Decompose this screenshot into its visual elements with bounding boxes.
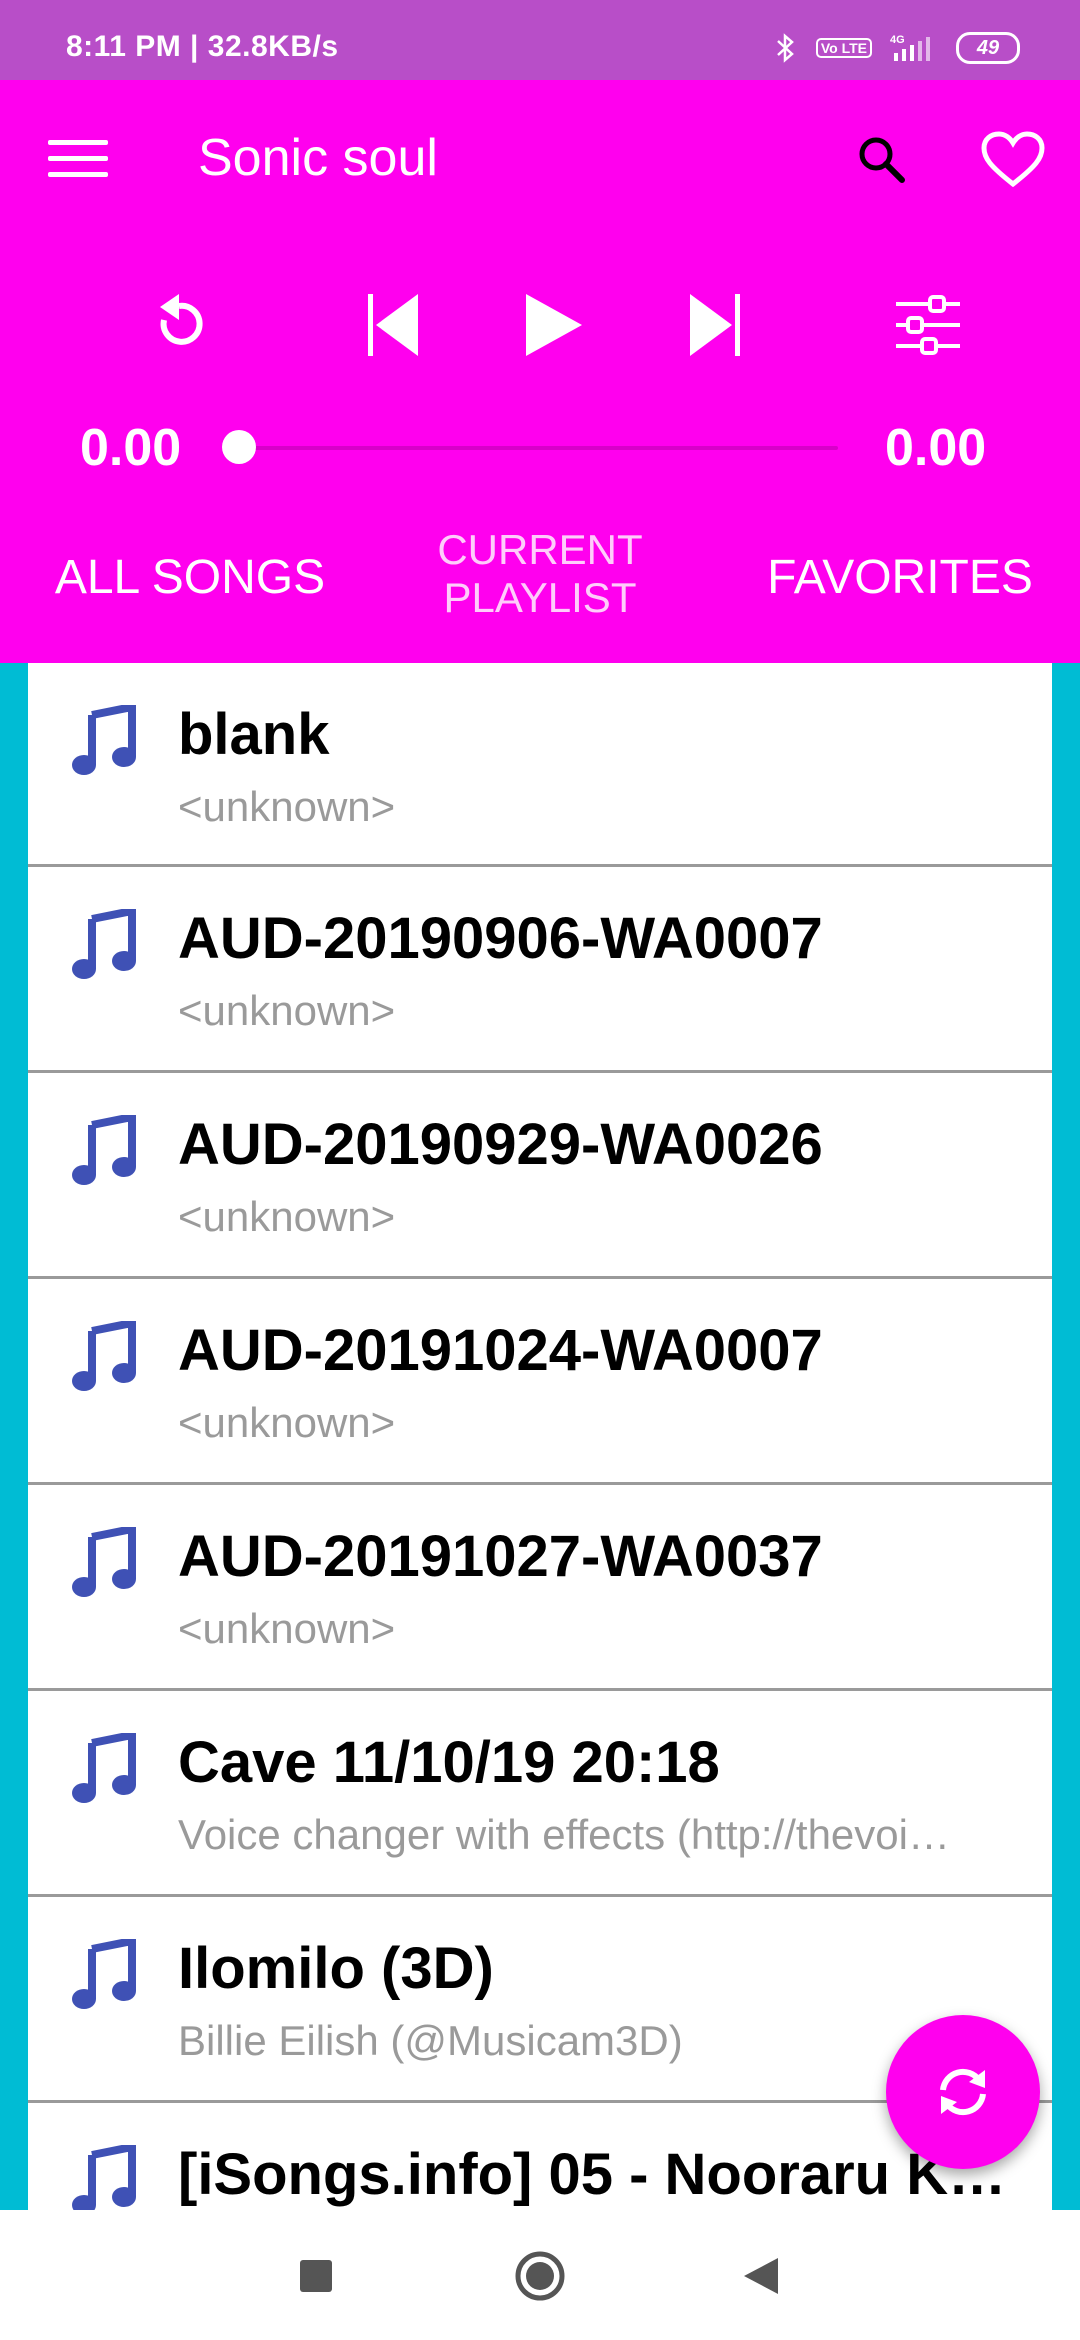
song-title: AUD-20190906-WA0007 (178, 906, 823, 971)
seek-bar[interactable] (240, 446, 838, 450)
music-note-icon (72, 705, 136, 775)
tab-favorites[interactable]: FAVORITES (740, 550, 1060, 605)
replay-button[interactable] (146, 290, 212, 360)
music-note-icon (72, 1939, 136, 2009)
song-artist: <unknown> (178, 1193, 396, 1240)
music-note-icon (72, 1527, 136, 1597)
seek-thumb[interactable] (222, 430, 256, 464)
favorite-heart-button[interactable] (980, 130, 1046, 190)
svg-text:4G: 4G (890, 34, 905, 46)
song-title: Ilomilo (3D) (178, 1936, 494, 2001)
status-bar: 8:11 PM | 32.8KB/s Vo LTE 4G 49 (0, 0, 1080, 80)
battery-icon: 49 (956, 32, 1020, 64)
list-item[interactable]: blank <unknown> (28, 663, 1052, 867)
status-time: 8:11 PM | 32.8KB/s (66, 30, 339, 63)
menu-icon (48, 140, 108, 145)
list-item[interactable]: AUD-20191024-WA0007 <unknown> (28, 1279, 1052, 1485)
music-note-icon (72, 1733, 136, 1803)
tab-current-playlist[interactable]: CURRENT PLAYLIST (410, 526, 670, 622)
song-title: AUD-20191024-WA0007 (178, 1318, 823, 1383)
menu-icon-line (48, 172, 108, 177)
song-artist: <unknown> (178, 987, 396, 1034)
song-artist: <unknown> (178, 1399, 396, 1446)
song-list[interactable]: blank <unknown> AUD-20190906-WA0007 <unk… (28, 663, 1052, 2210)
song-artist: <unknown> (178, 1605, 396, 1652)
app-header: Sonic soul 0.00 0.00 ALL SONGS CURRENT P… (0, 80, 1080, 663)
app-title: Sonic soul (198, 129, 438, 187)
home-button[interactable] (514, 2250, 566, 2302)
elapsed-time: 0.00 (80, 419, 182, 477)
refresh-fab[interactable] (886, 2015, 1040, 2169)
song-list-container: blank <unknown> AUD-20190906-WA0007 <unk… (0, 663, 1080, 2210)
signal-icon: 4G (890, 34, 930, 61)
equalizer-button[interactable] (892, 290, 964, 360)
menu-icon-line (48, 156, 108, 161)
song-title: Cave 11/10/19 20:18 (178, 1730, 720, 1795)
song-title: blank (178, 702, 330, 767)
song-artist: Voice changer with effects (http://thevo… (178, 1811, 950, 1858)
list-item[interactable]: AUD-20190929-WA0026 <unknown> (28, 1073, 1052, 1279)
music-note-icon (72, 2145, 136, 2210)
next-button[interactable] (686, 290, 742, 360)
bluetooth-icon (776, 33, 794, 63)
total-time: 0.00 (885, 419, 987, 477)
sync-icon (940, 2068, 986, 2116)
tab-all-songs[interactable]: ALL SONGS (20, 550, 360, 605)
back-button[interactable] (742, 2256, 780, 2296)
menu-button[interactable] (48, 140, 108, 184)
music-note-icon (72, 1115, 136, 1185)
song-title: AUD-20191027-WA0037 (178, 1524, 823, 1589)
battery-level: 49 (976, 36, 1000, 59)
music-note-icon (72, 1321, 136, 1391)
previous-button[interactable] (366, 290, 422, 360)
song-title: AUD-20190929-WA0026 (178, 1112, 823, 1177)
music-note-icon (72, 909, 136, 979)
play-button[interactable] (524, 290, 584, 360)
status-icons: Vo LTE 4G 49 (774, 28, 1020, 68)
search-button[interactable] (852, 130, 912, 190)
recents-button[interactable] (298, 2258, 334, 2294)
song-artist: <unknown> (178, 783, 396, 830)
volte-icon: Vo LTE (815, 38, 872, 58)
system-nav-bar (0, 2210, 1080, 2340)
list-item[interactable]: AUD-20190906-WA0007 <unknown> (28, 867, 1052, 1073)
list-item[interactable]: Cave 11/10/19 20:18 Voice changer with e… (28, 1691, 1052, 1897)
list-item[interactable]: AUD-20191027-WA0037 <unknown> (28, 1485, 1052, 1691)
